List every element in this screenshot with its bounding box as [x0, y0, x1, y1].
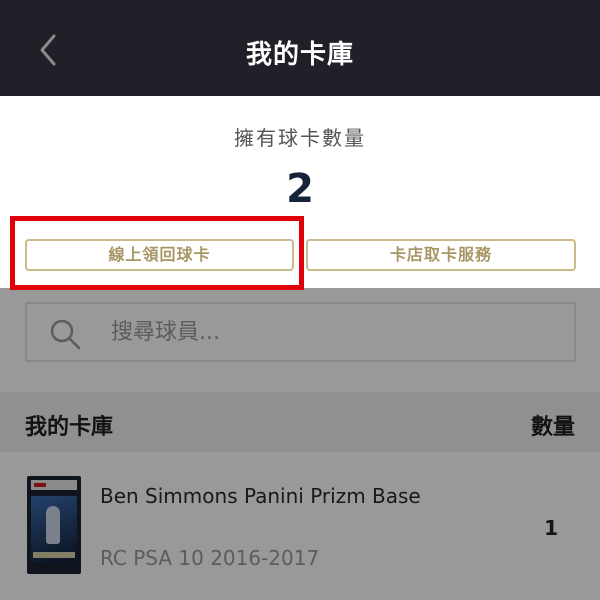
section-title: 我的卡庫: [25, 415, 114, 440]
card-quantity: 1: [544, 516, 558, 540]
card-artwork: [31, 496, 77, 562]
card-subtitle: RC PSA 10 2016-2017: [100, 546, 320, 570]
quantity-column-header: 數量: [530, 415, 575, 440]
card-library-list: 我的卡庫 數量 Ben Simmons Panini Prizm Base RC…: [0, 288, 600, 600]
search-icon: [50, 319, 81, 350]
page-title: 我的卡庫: [245, 40, 354, 70]
grading-label: [31, 480, 77, 490]
store-pickup-button[interactable]: 卡店取卡服務: [306, 239, 576, 271]
owned-cards-label: 擁有球卡數量: [234, 126, 366, 150]
section-header: 我的卡庫 數量: [0, 392, 600, 452]
card-thumbnail: [27, 476, 81, 574]
search-input[interactable]: [111, 320, 551, 345]
card-name: Ben Simmons Panini Prizm Base: [100, 484, 421, 508]
card-summary-panel: 擁有球卡數量 2 線上領回球卡 卡店取卡服務: [0, 96, 600, 288]
online-claim-button[interactable]: 線上領回球卡: [25, 239, 294, 271]
list-item[interactable]: Ben Simmons Panini Prizm Base RC PSA 10 …: [0, 452, 600, 600]
owned-cards-count: 2: [286, 166, 314, 212]
search-box[interactable]: [25, 302, 576, 362]
app-header: 我的卡庫: [0, 0, 600, 96]
